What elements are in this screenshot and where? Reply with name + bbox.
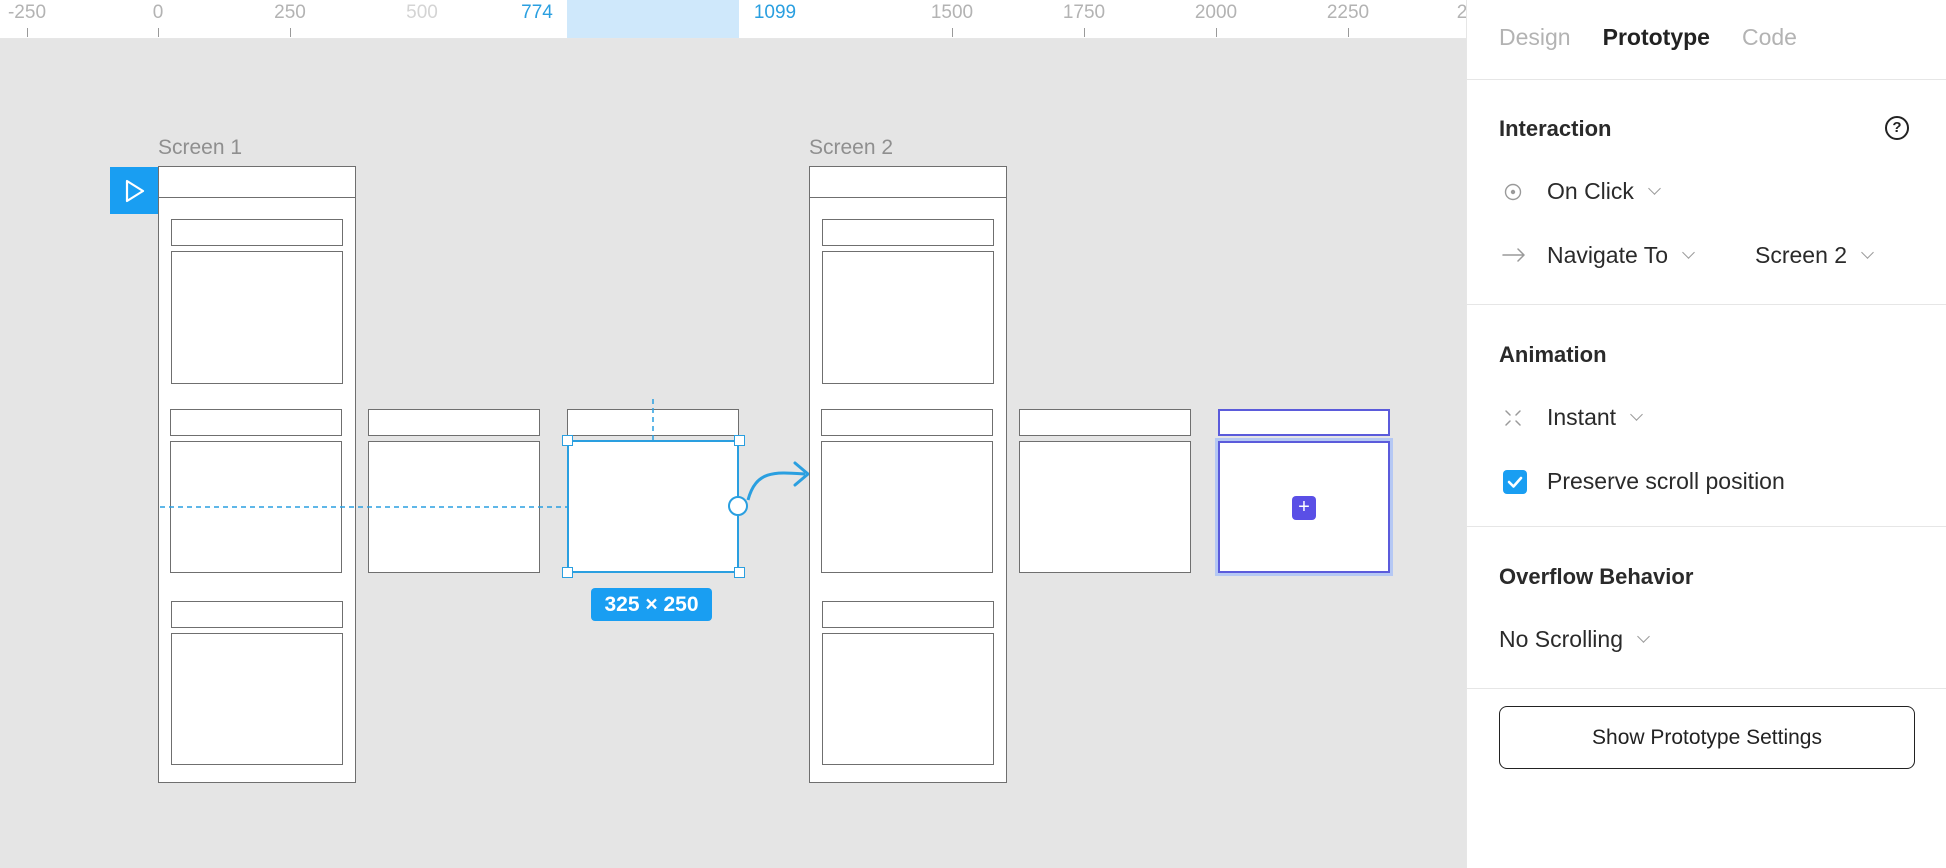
wireframe-card[interactable] <box>1019 441 1191 573</box>
connection-line <box>746 471 806 501</box>
tab-code[interactable]: Code <box>1742 24 1797 51</box>
overflow-dropdown[interactable]: No Scrolling <box>1499 626 1650 653</box>
trigger-icon <box>1504 183 1522 201</box>
wireframe-card[interactable] <box>822 633 994 765</box>
action-value: Navigate To <box>1547 242 1669 268</box>
trigger-dropdown[interactable]: On Click <box>1547 178 1661 205</box>
design-canvas[interactable]: -250 0 250 500 774 1099 1500 1750 2000 2… <box>0 0 1466 868</box>
arrow-right-icon <box>1502 248 1525 262</box>
divider <box>1467 79 1946 80</box>
tab-prototype[interactable]: Prototype <box>1603 24 1710 51</box>
wireframe-card[interactable] <box>822 251 994 384</box>
animation-section-title: Animation <box>1499 342 1607 367</box>
chevron-down-icon <box>1648 182 1661 195</box>
properties-panel: Design Prototype Code Interaction ? On C… <box>1466 0 1946 868</box>
trigger-value: On Click <box>1547 178 1634 204</box>
chevron-down-icon <box>1630 408 1643 421</box>
interaction-section-title: Interaction <box>1499 116 1612 141</box>
frame-title-screen-2[interactable]: Screen 2 <box>809 136 893 160</box>
wireframe-bar[interactable] <box>1218 409 1390 436</box>
checkmark-icon <box>1507 476 1523 488</box>
tab-design[interactable]: Design <box>1499 24 1571 51</box>
chevron-down-icon <box>1682 246 1695 259</box>
wireframe-bar[interactable] <box>822 219 994 246</box>
wireframe-bar[interactable] <box>1019 409 1191 436</box>
frame-header-bar <box>810 167 1006 198</box>
preserve-scroll-label[interactable]: Preserve scroll position <box>1547 468 1785 495</box>
wireframe-card[interactable] <box>821 441 993 573</box>
show-prototype-settings-button[interactable]: Show Prototype Settings <box>1499 706 1915 769</box>
animation-type-value: Instant <box>1547 404 1617 430</box>
panel-tabs: Design Prototype Code <box>1499 24 1797 51</box>
animation-type-dropdown[interactable]: Instant <box>1547 404 1643 431</box>
overflow-value: No Scrolling <box>1499 626 1623 652</box>
preserve-scroll-checkbox[interactable] <box>1503 470 1527 494</box>
divider <box>1467 526 1946 527</box>
help-icon[interactable]: ? <box>1885 116 1909 140</box>
divider <box>1467 688 1946 689</box>
destination-dropdown[interactable]: Screen 2 <box>1755 242 1874 269</box>
add-button[interactable]: + <box>1292 496 1316 520</box>
wireframe-bar[interactable] <box>821 409 993 436</box>
connection-node[interactable] <box>728 496 748 516</box>
overflow-section-title: Overflow Behavior <box>1499 564 1694 589</box>
divider <box>1467 304 1946 305</box>
destination-value: Screen 2 <box>1755 242 1848 268</box>
action-dropdown[interactable]: Navigate To <box>1547 242 1695 269</box>
wireframe-bar[interactable] <box>822 601 994 628</box>
instant-transition-icon <box>1505 410 1521 426</box>
chevron-down-icon <box>1861 246 1874 259</box>
chevron-down-icon <box>1637 630 1650 643</box>
